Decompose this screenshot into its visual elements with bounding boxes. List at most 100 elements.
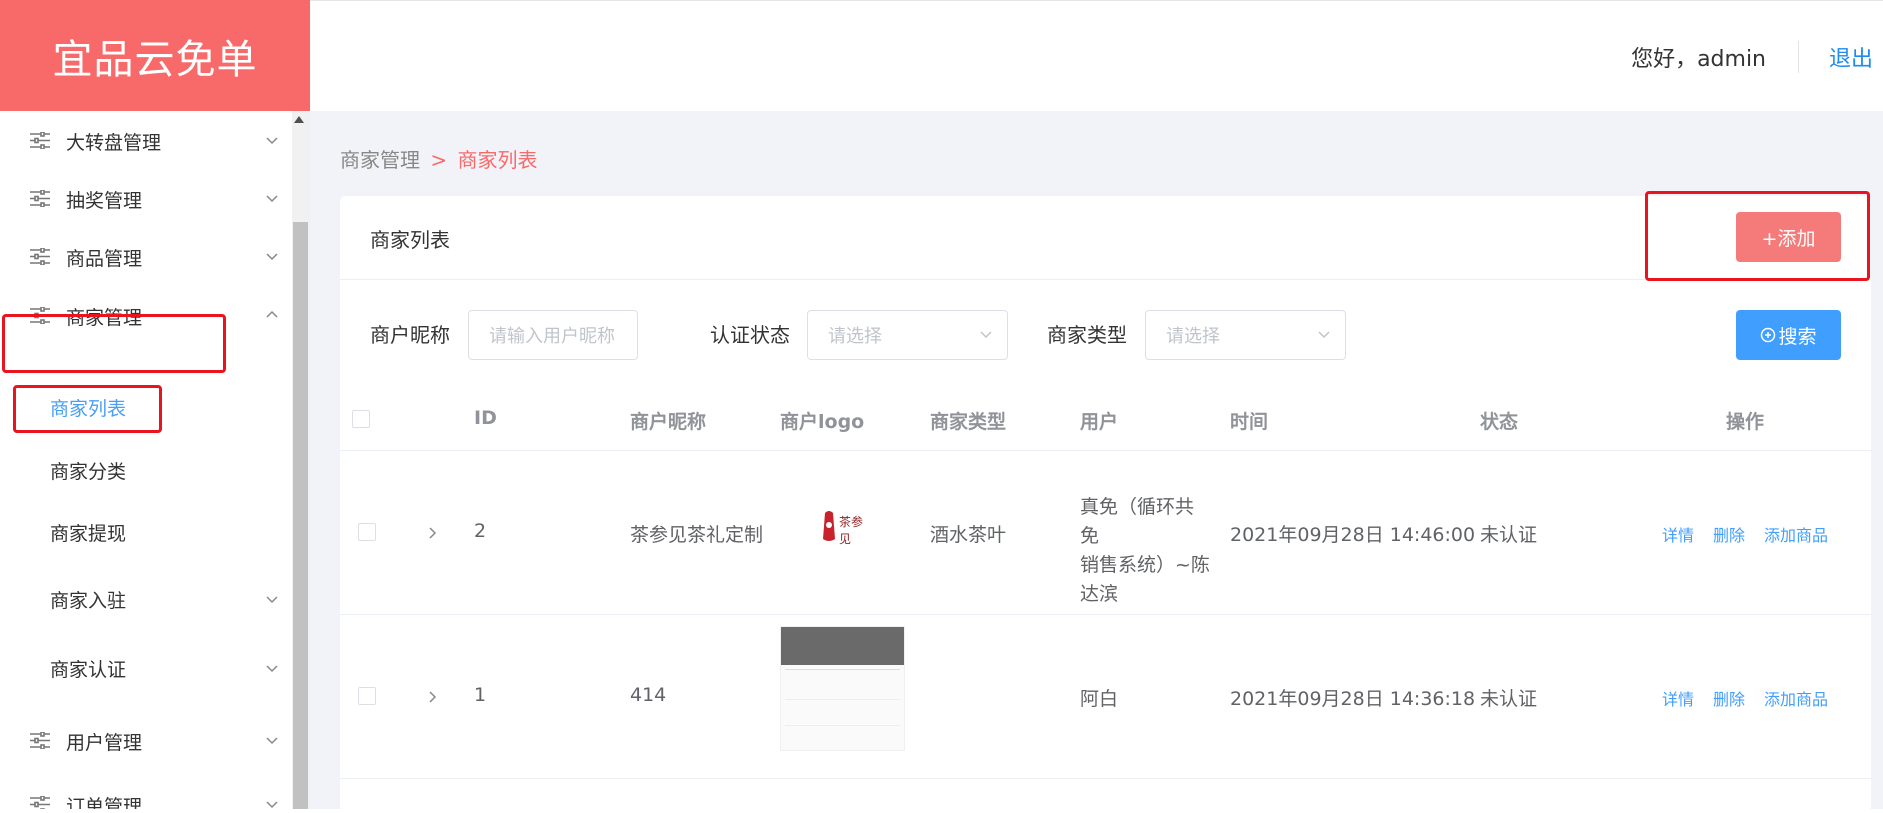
chevron-down-icon [1317,330,1331,340]
cell-id: 2 [474,520,486,542]
sidebar-subitem-label: 商家列表 [50,394,126,421]
screenshot-divider [785,699,900,700]
chevron-down-icon [264,796,280,809]
sidebar-item-label: 用户管理 [66,728,142,755]
sliders-icon [30,307,50,324]
delete-link[interactable]: 删除 [1713,522,1745,546]
chevron-down-icon [264,732,280,748]
screenshot-divider [785,669,900,670]
chevron-down-icon [264,248,280,264]
add-merchant-button[interactable]: +添加 [1736,212,1841,262]
sidebar-subitem-merchant-list[interactable]: 商家列表 [0,382,292,432]
sidebar-subitem-label: 商家入驻 [50,586,126,613]
cell-type: 酒水茶叶 [930,520,1006,547]
column-header-status[interactable]: 状态 [1480,407,1518,434]
cell-status: 未认证 [1480,520,1537,547]
sliders-icon [30,190,50,207]
sliders-icon [30,132,50,149]
chevron-down-icon [264,591,280,607]
sidebar-item-merchants[interactable]: 商家管理 [0,286,292,346]
sidebar-subitem-merchant-auth[interactable]: 商家认证 [0,643,292,693]
logout-link[interactable]: 退出 [1829,41,1873,73]
breadcrumb-separator: > [430,148,447,172]
merchant-logo-screenshot [780,626,905,751]
top-bar: 您好，admin 退出 [310,0,1883,111]
column-header-user[interactable]: 用户 [1080,407,1118,434]
sidebar-subitem-merchant-join[interactable]: 商家入驻 [0,574,292,624]
sliders-icon [30,796,50,809]
search-button[interactable]: 搜索 [1736,310,1841,360]
merchant-list-card: 商家列表 +添加 商户昵称 请输入用户昵称 认证状态 请选择 商家类型 请选择 … [340,196,1871,813]
row-checkbox[interactable] [358,523,376,541]
sidebar-subitem-label: 商家分类 [50,457,126,484]
chevron-down-icon [264,132,280,148]
cell-user: 阿白 [1080,684,1118,711]
merchant-logo-image: 茶参见 [817,509,869,545]
breadcrumb-parent[interactable]: 商家管理 [340,148,420,172]
nickname-input-placeholder: 请输入用户昵称 [489,322,615,348]
select-all-checkbox[interactable] [352,410,370,428]
chevron-right-icon[interactable] [425,690,439,704]
auth-status-filter-label: 认证状态 [710,319,790,348]
sidebar-item-orders[interactable]: 订单管理 [0,775,292,809]
column-header-id[interactable]: ID [474,407,497,429]
chevron-right-icon[interactable] [425,526,439,540]
card-header: 商家列表 +添加 [340,196,1871,280]
merchant-logo-text: 茶参见 [839,513,869,547]
chevron-down-icon [264,190,280,206]
card-title: 商家列表 [370,224,450,253]
sidebar-item-label: 抽奖管理 [66,186,142,213]
nickname-input[interactable]: 请输入用户昵称 [468,310,638,360]
chevron-down-icon [264,660,280,676]
cell-user-line: 真免（循环共免 [1080,493,1210,551]
sidebar-subitem-merchant-withdraw[interactable]: 商家提现 [0,507,292,557]
row-checkbox[interactable] [358,687,376,705]
cell-status: 未认证 [1480,684,1537,711]
scroll-up-arrow-icon[interactable] [294,116,304,123]
chevron-down-icon [979,330,993,340]
column-header-actions[interactable]: 操作 [1726,407,1764,434]
detail-link[interactable]: 详情 [1662,686,1694,710]
screenshot-header-block [781,627,904,665]
add-product-link[interactable]: 添加商品 [1764,686,1828,710]
sidebar-item-wheel[interactable]: 大转盘管理 [0,111,292,171]
sidebar: 大转盘管理 抽奖管理 商品管理 商家管理 商家列表 商家分类 商家提现 商家入驻… [0,111,292,809]
sidebar-item-lottery[interactable]: 抽奖管理 [0,169,292,229]
cell-time: 2021年09月28日 14:46:00 [1230,520,1475,547]
screenshot-divider [785,725,900,726]
merchant-type-filter-label: 商家类型 [1047,319,1127,348]
auth-status-placeholder: 请选择 [828,322,882,348]
cell-time: 2021年09月28日 14:36:18 [1230,684,1475,711]
search-button-label: 搜索 [1778,322,1816,349]
sidebar-item-products[interactable]: 商品管理 [0,227,292,287]
cell-nickname: 414 [630,684,666,706]
column-header-logo[interactable]: 商户logo [780,407,864,434]
sidebar-scrollbar-thumb[interactable] [293,222,308,809]
column-header-nickname[interactable]: 商户昵称 [630,407,706,434]
cell-id: 1 [474,684,486,706]
sidebar-subitem-label: 商家认证 [50,655,126,682]
cell-nickname: 茶参见茶礼定制 [630,520,763,547]
column-header-type[interactable]: 商家类型 [930,407,1006,434]
cell-user-line: 达滨 [1080,580,1210,609]
breadcrumb: 商家管理 > 商家列表 [340,144,537,173]
sidebar-subitem-label: 商家提现 [50,519,126,546]
cell-user-line: 销售系统）~陈 [1080,551,1210,580]
column-header-time[interactable]: 时间 [1230,407,1268,434]
detail-link[interactable]: 详情 [1662,522,1694,546]
cell-user: 真免（循环共免 销售系统）~陈 达滨 [1080,493,1210,609]
merchant-type-placeholder: 请选择 [1166,322,1220,348]
table-row: 2 茶参见茶礼定制 茶参见 酒水茶叶 真免（循环共免 销售系统）~陈 达滨 20… [340,451,1871,615]
sidebar-subitem-merchant-category[interactable]: 商家分类 [0,445,292,495]
table-row: 1 414 阿白 2021年09月28日 14:36:18 未认证 详情 删除 … [340,615,1871,779]
chevron-up-icon [264,307,280,323]
merchant-type-select[interactable]: 请选择 [1145,310,1346,360]
sidebar-item-users[interactable]: 用户管理 [0,711,292,771]
sliders-icon [30,248,50,265]
main-content: 商家管理 > 商家列表 商家列表 +添加 商户昵称 请输入用户昵称 认证状态 请… [310,111,1883,809]
auth-status-select[interactable]: 请选择 [807,310,1008,360]
search-icon [1760,327,1776,343]
add-product-link[interactable]: 添加商品 [1764,522,1828,546]
sidebar-item-label: 大转盘管理 [66,128,161,155]
delete-link[interactable]: 删除 [1713,686,1745,710]
